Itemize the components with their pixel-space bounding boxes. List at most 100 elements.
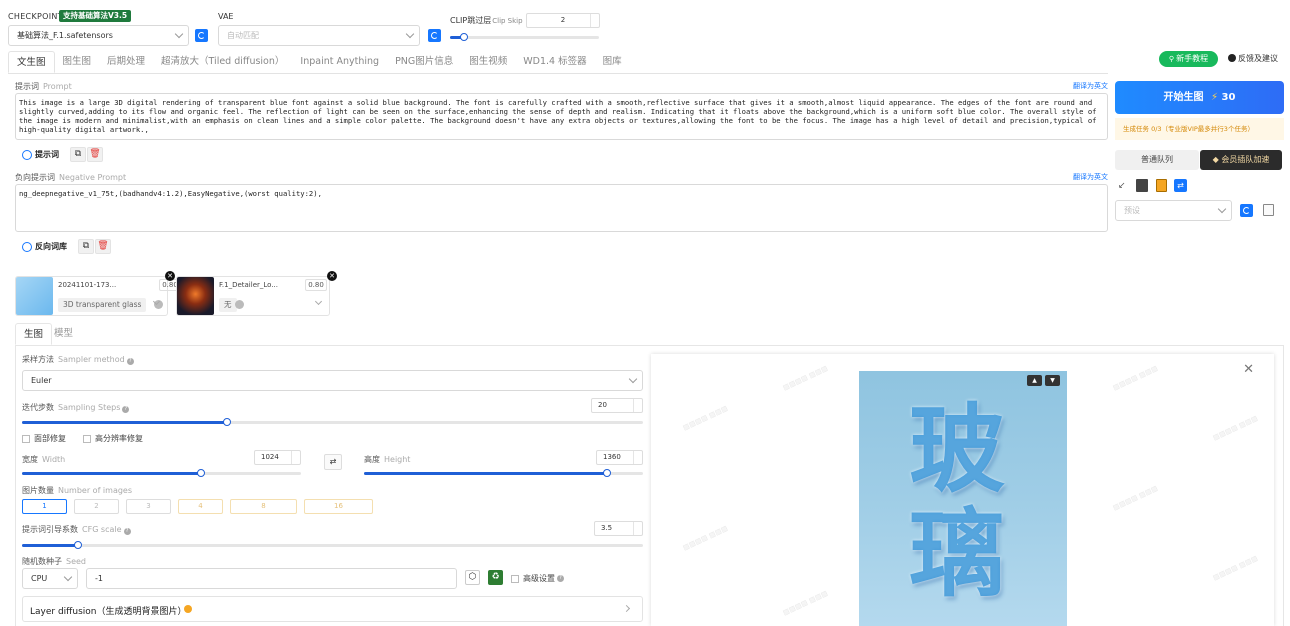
- chevron-right-icon: [622, 604, 631, 613]
- seed-input[interactable]: -1: [86, 568, 457, 589]
- tab-postprocess[interactable]: 后期处理: [99, 51, 153, 73]
- seed-device-value: CPU: [31, 574, 48, 583]
- generate-button[interactable]: 开始生图 ⚡ 30: [1115, 81, 1284, 114]
- sampler-select[interactable]: Euler: [22, 370, 643, 391]
- lora-card[interactable]: F.1_Detailer_Lo... 0.80 无: [176, 276, 330, 316]
- generated-image[interactable]: ▲ ▼ 玻 璃: [859, 371, 1067, 626]
- sampler-value: Euler: [31, 376, 52, 385]
- tab-txt2img[interactable]: 文生图: [8, 51, 55, 73]
- copy-prompt-icon[interactable]: ⧉: [70, 147, 86, 162]
- delete-negative-icon[interactable]: 🗑: [95, 239, 111, 254]
- tab-wd14-tagger[interactable]: WD1.4 标签器: [515, 51, 594, 73]
- recycle-icon[interactable]: ♻: [488, 570, 503, 585]
- lora-card[interactable]: 20241101-173... 0.80 3D transparent glas…: [15, 276, 181, 316]
- close-icon[interactable]: ✕: [1243, 362, 1254, 377]
- tab-img2video[interactable]: 图生视频: [461, 51, 515, 73]
- count-option[interactable]: 1: [22, 499, 67, 514]
- checkpoint-select[interactable]: 基础算法_F.1.safetensors: [8, 25, 189, 46]
- tabs-divider: [8, 73, 1108, 74]
- negative-library-button[interactable]: 反向词库: [22, 241, 67, 252]
- copy-negative-icon[interactable]: ⧉: [78, 239, 94, 254]
- hires-fix-checkbox[interactable]: 高分辨率修复: [83, 433, 143, 444]
- count-option[interactable]: 3: [126, 499, 171, 514]
- watermark-mark: ▨▨▨▨ ▨▨▨: [1211, 554, 1259, 582]
- refresh-checkpoint-icon[interactable]: [195, 29, 208, 42]
- preset-value: 预设: [1124, 206, 1140, 215]
- preset-select[interactable]: 预设: [1115, 200, 1232, 221]
- refresh-vae-icon[interactable]: [428, 29, 441, 42]
- lora-weight[interactable]: 0.80: [305, 279, 327, 291]
- clip-skip-label: CLIP跳过层Clip Skip: [450, 16, 523, 25]
- glass-text-line-2: 璃: [909, 498, 1005, 610]
- tutorial-button[interactable]: ⚲ 新手教程: [1159, 51, 1218, 67]
- clear-tag-icon[interactable]: [235, 300, 244, 309]
- steps-input[interactable]: 20: [591, 398, 643, 413]
- cfg-slider[interactable]: [22, 541, 643, 549]
- clip-skip-input[interactable]: 2: [526, 13, 600, 28]
- image-thumbs-down-icon[interactable]: ▼: [1045, 375, 1060, 386]
- image-thumbs-up-icon[interactable]: ▲: [1027, 375, 1042, 386]
- negative-prompt-textarea[interactable]: ng_deepnegative_v1_75t,(badhandv4:1.2),E…: [15, 184, 1108, 232]
- subtab-model[interactable]: 模型: [54, 323, 73, 345]
- sampler-label: 采样方法 Sampler method?: [22, 354, 134, 365]
- swap-dimensions-button[interactable]: ⇄: [324, 454, 342, 470]
- vae-value: 自动匹配: [227, 31, 259, 40]
- queue-vip-button[interactable]: ◆ 会员插队加速: [1200, 150, 1282, 170]
- height-slider[interactable]: [364, 469, 643, 477]
- advanced-settings-checkbox[interactable]: 高级设置?: [511, 573, 564, 584]
- layer-diffusion-panel[interactable]: Layer diffusion（生成透明背景图片）: [22, 596, 643, 622]
- translate-negative-link[interactable]: 翻译为英文: [1073, 172, 1108, 182]
- cfg-input[interactable]: 3.5: [594, 521, 643, 536]
- tab-gallery[interactable]: 图库: [595, 51, 630, 73]
- lora-trigger-tag[interactable]: 无: [219, 298, 237, 312]
- count-option[interactable]: 4: [178, 499, 223, 514]
- trash-icon[interactable]: [1136, 179, 1148, 192]
- chevron-down-icon: [314, 297, 323, 306]
- checkpoint-value: 基础算法_F.1.safetensors: [17, 31, 113, 40]
- count-option[interactable]: 16: [304, 499, 373, 514]
- main-tabs: 文生图 图生图 后期处理 超清放大（Tiled diffusion） Inpai…: [8, 51, 630, 73]
- swap-icon[interactable]: ⇄: [1174, 179, 1187, 192]
- edit-preset-icon[interactable]: [1263, 204, 1274, 216]
- arrow-icon[interactable]: ↙: [1118, 181, 1126, 191]
- prompt-textarea[interactable]: This image is a large 3D digital renderi…: [15, 93, 1108, 140]
- clipboard-icon[interactable]: [1156, 179, 1167, 192]
- remove-lora-icon[interactable]: ✕: [327, 271, 337, 281]
- tab-upscale[interactable]: 超清放大（Tiled diffusion）: [153, 51, 292, 73]
- lora-trigger-tag[interactable]: 3D transparent glass: [58, 298, 147, 312]
- count-option[interactable]: 2: [74, 499, 119, 514]
- height-input[interactable]: 1360: [596, 450, 643, 465]
- tab-inpaint-anything[interactable]: Inpaint Anything: [292, 51, 387, 73]
- seed-device-select[interactable]: CPU: [22, 568, 78, 589]
- dice-icon[interactable]: ⬡: [465, 570, 480, 585]
- count-option[interactable]: 8: [230, 499, 297, 514]
- vae-select[interactable]: 自动匹配: [218, 25, 420, 46]
- prompt-library-button[interactable]: 提示词: [22, 149, 59, 160]
- chevron-down-icon: [63, 572, 73, 582]
- width-input[interactable]: 1024: [254, 450, 301, 465]
- help-icon[interactable]: ?: [126, 358, 134, 365]
- refresh-preset-icon[interactable]: [1240, 204, 1253, 217]
- delete-prompt-icon[interactable]: 🗑: [87, 147, 103, 162]
- translate-prompt-link[interactable]: 翻译为英文: [1073, 81, 1108, 91]
- image-preview-panel: ▨▨▨▨ ▨▨▨ ▨▨▨▨ ▨▨▨ ▨▨▨▨ ▨▨▨ ▨▨▨▨ ▨▨▨ ▨▨▨▨…: [651, 354, 1274, 626]
- width-slider[interactable]: [22, 469, 301, 477]
- width-label: 宽度 Width: [22, 455, 66, 464]
- glass-text-line-1: 玻: [909, 394, 1005, 506]
- watermark-mark: ▨▨▨▨ ▨▨▨: [681, 404, 729, 432]
- face-fix-checkbox[interactable]: 面部修复: [22, 433, 66, 444]
- steps-slider[interactable]: [22, 418, 643, 426]
- feedback-button[interactable]: 反馈及建议: [1228, 53, 1278, 64]
- help-icon[interactable]: ?: [122, 406, 130, 413]
- queue-normal-button[interactable]: 普通队列: [1115, 150, 1199, 170]
- subtab-generate[interactable]: 生图: [15, 323, 53, 345]
- checkpoint-label: CHECKPOINT: [8, 12, 63, 21]
- help-icon[interactable]: ?: [557, 575, 564, 582]
- tab-png-info[interactable]: PNG图片信息: [387, 51, 461, 73]
- remove-lora-icon[interactable]: ✕: [165, 271, 175, 281]
- clip-skip-slider[interactable]: [450, 33, 599, 41]
- feedback-icon: [1228, 54, 1236, 62]
- image-count-label: 图片数量 Number of images: [22, 486, 133, 495]
- help-icon[interactable]: ?: [123, 528, 131, 535]
- tab-img2img[interactable]: 图生图: [55, 51, 100, 73]
